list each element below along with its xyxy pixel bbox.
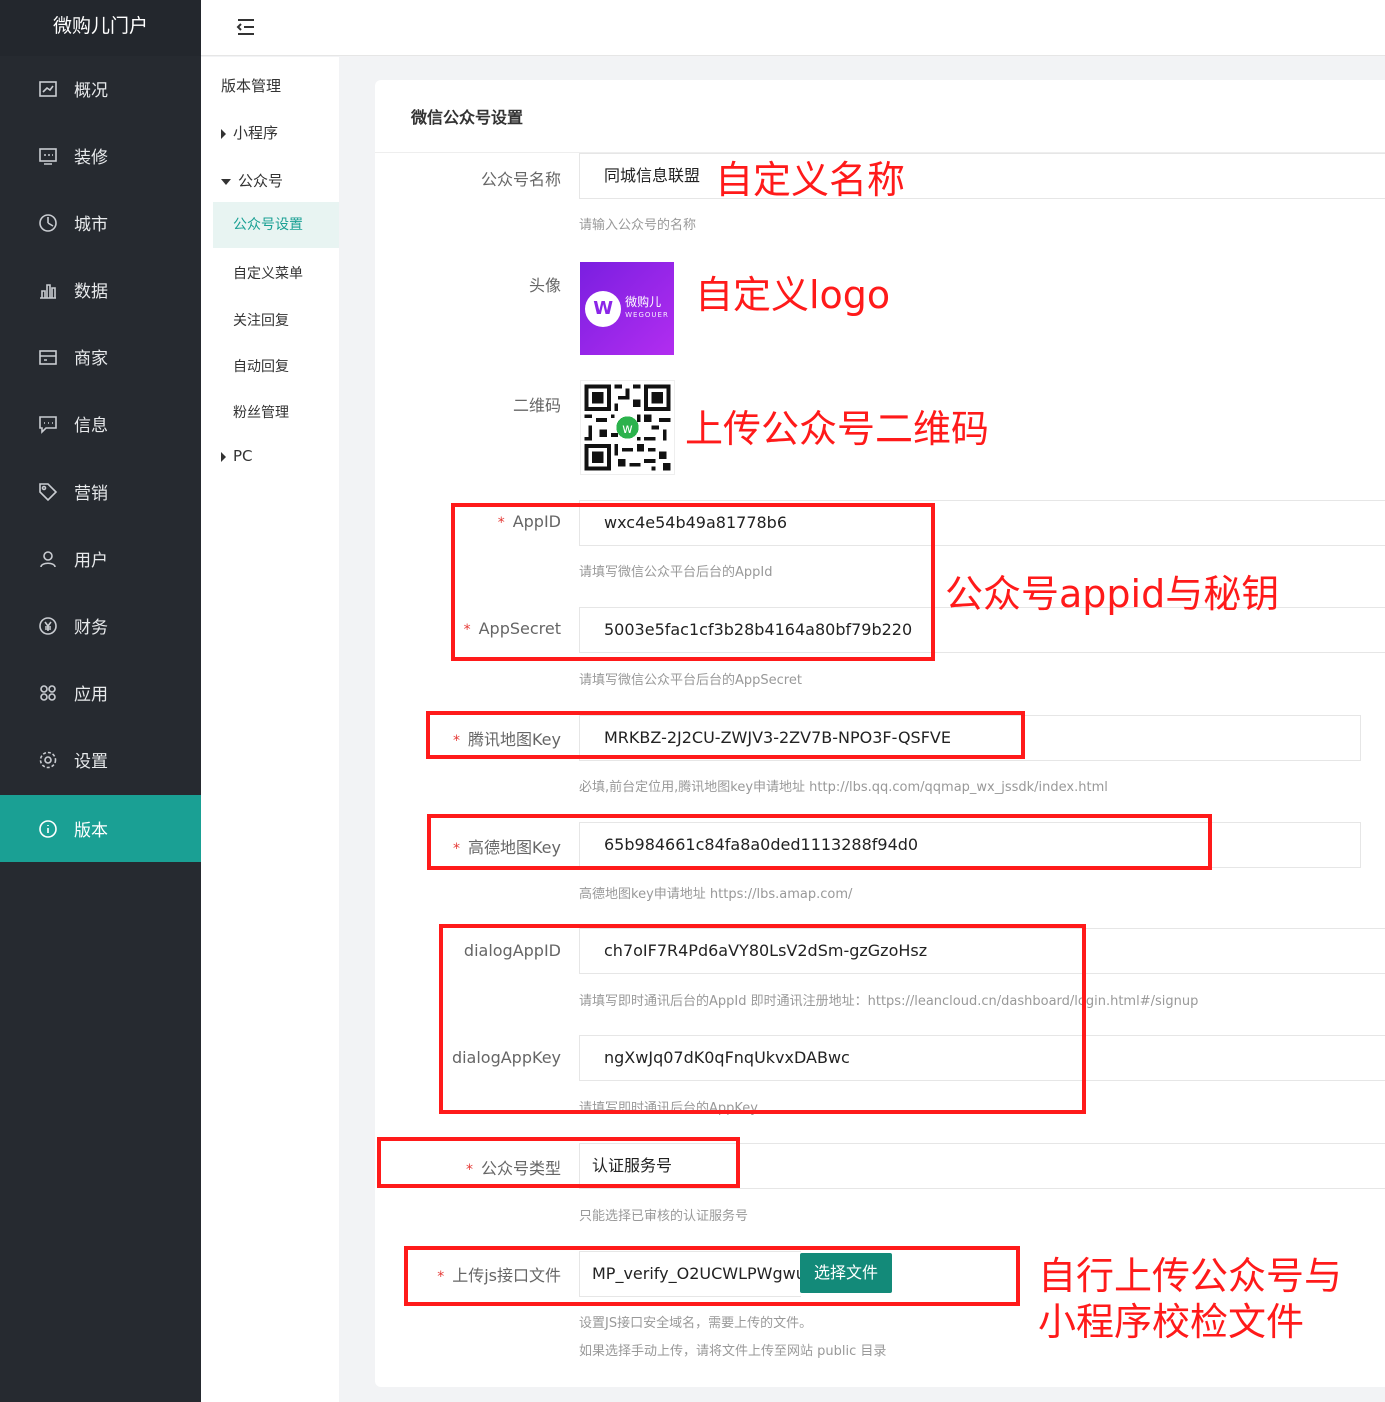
annotation-box-type (377, 1137, 740, 1188)
appsecret-hint: 请填写微信公众平台后台的AppSecret (579, 673, 802, 688)
collapse-menu-icon[interactable] (235, 16, 257, 38)
subnav-official-account[interactable]: 公众号 (201, 170, 339, 191)
nav-label: 版本 (74, 821, 108, 841)
subnav-header: 版本管理 (221, 77, 282, 95)
nav-label: 用户 (74, 551, 108, 571)
chart-icon (38, 280, 58, 300)
svg-text:w: w (622, 422, 633, 437)
account-type-hint: 只能选择已审核的认证服务号 (579, 1209, 749, 1224)
apps-icon (38, 683, 58, 703)
nav-item-version[interactable]: 版本 (0, 795, 201, 862)
nav-item-settings[interactable]: 设置 (0, 726, 201, 793)
annotation-box-tencent (426, 711, 1025, 759)
subnav-pc[interactable]: PC (201, 447, 339, 465)
nav-item-data[interactable]: 数据 (0, 256, 201, 323)
nav-label: 应用 (74, 685, 108, 705)
annotation-appid: 公众号appid与秘钥 (945, 572, 1280, 616)
avatar-label: 头像 (528, 276, 561, 295)
annotation-box-upload (404, 1246, 1020, 1306)
tag-icon (38, 482, 58, 502)
js-file-hint: 设置JS接口安全域名，需要上传的文件。 (579, 1316, 813, 1331)
nav-label: 设置 (74, 752, 108, 772)
nav-label: 营销 (74, 484, 108, 504)
annotation-box-appid (451, 503, 935, 661)
tencent-map-key-hint: 必填,前台定位用,腾讯地图key申请地址 http://lbs.qq.com/q… (579, 780, 1108, 795)
name-input[interactable]: 同城信息联盟 (579, 153, 1385, 199)
logo-subtext: WEGOUER (625, 310, 669, 319)
js-file-hint-2: 如果选择手动上传，请将文件上传至网站 public 目录 (579, 1344, 887, 1359)
sub-sidebar: 版本管理 小程序 公众号 公众号设置 自定义菜单 关注回复 自动回复 粉丝管理 … (201, 57, 339, 1402)
nav-label: 商家 (74, 349, 108, 369)
qr-label: 二维码 (512, 396, 561, 415)
nav-item-city[interactable]: 城市 (0, 189, 201, 256)
nav-label: 数据 (74, 282, 108, 302)
brand-logo: 微购儿门户 (0, 0, 201, 56)
caret-right-icon (221, 128, 226, 139)
qr-code-image[interactable]: w (580, 380, 675, 475)
nav-item-user[interactable]: 用户 (0, 525, 201, 592)
subnav-miniprogram[interactable]: 小程序 (201, 122, 339, 143)
name-hint: 请输入公众号的名称 (579, 218, 697, 233)
annotation-upload-2: 小程序校检文件 (1038, 1300, 1305, 1344)
avatar-logo[interactable]: W 微购儿 WEGOUER (580, 262, 674, 355)
main-sidebar: 微购儿门户 概况 装修 城市 数据 商家 信息 营销 用户 财务 应用 设置 版… (0, 0, 201, 1402)
amap-key-hint: 高德地图key申请地址 https://lbs.amap.com/ (579, 887, 853, 902)
gear-icon (38, 750, 58, 770)
nav-label: 信息 (74, 416, 108, 436)
nav-label: 财务 (74, 618, 108, 638)
caret-right-icon (221, 451, 226, 462)
subnav-auto-reply[interactable]: 自动回复 (213, 356, 339, 376)
subnav-fans[interactable]: 粉丝管理 (213, 402, 339, 422)
nav-item-decoration[interactable]: 装修 (0, 122, 201, 189)
logo-mark-icon: W (585, 290, 622, 327)
nav-item-message[interactable]: 信息 (0, 390, 201, 457)
yen-icon (38, 616, 58, 636)
store-icon (38, 347, 58, 367)
page-title: 微信公众号设置 (411, 108, 524, 127)
nav-item-finance[interactable]: 财务 (0, 592, 201, 659)
annotation-qr: 上传公众号二维码 (685, 407, 990, 451)
annotation-upload-1: 自行上传公众号与 (1038, 1254, 1343, 1298)
city-icon (38, 213, 58, 233)
subnav-custom-menu[interactable]: 自定义菜单 (213, 263, 339, 283)
name-label: 公众号名称 (480, 170, 561, 189)
annotation-logo: 自定义logo (695, 273, 891, 317)
decoration-icon (38, 146, 58, 166)
nav-item-overview[interactable]: 概况 (0, 55, 201, 122)
caret-down-icon (221, 178, 231, 185)
message-icon (38, 414, 58, 434)
logo-text: 微购儿 (625, 294, 662, 309)
subnav-follow-reply[interactable]: 关注回复 (213, 310, 339, 330)
top-bar (201, 0, 1385, 56)
subnav-official-settings[interactable]: 公众号设置 (213, 202, 339, 248)
nav-item-apps[interactable]: 应用 (0, 659, 201, 726)
nav-label: 概况 (74, 81, 108, 101)
annotation-name: 自定义名称 (715, 158, 906, 202)
nav-item-marketing[interactable]: 营销 (0, 458, 201, 525)
info-icon (38, 819, 58, 839)
annotation-box-dialog (439, 924, 1086, 1114)
dashboard-icon (38, 79, 58, 99)
user-icon (38, 549, 58, 569)
annotation-box-amap (427, 814, 1212, 870)
nav-item-store[interactable]: 商家 (0, 323, 201, 390)
nav-label: 装修 (74, 148, 108, 168)
nav-label: 城市 (74, 215, 108, 235)
